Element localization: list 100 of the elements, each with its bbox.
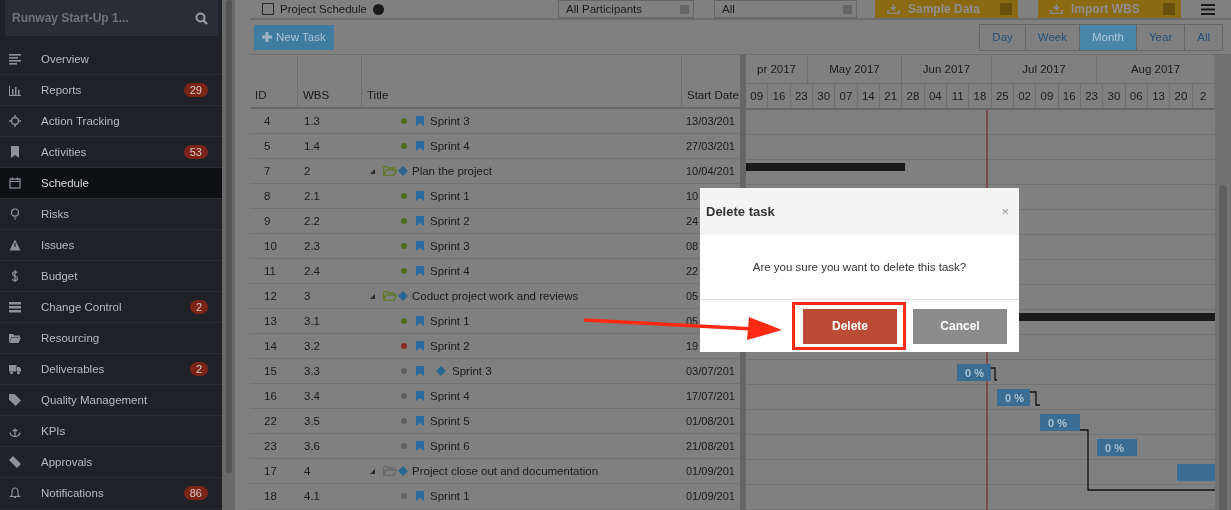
table-cell-text: 5 [263, 140, 272, 152]
task-title[interactable]: Sprint 3 [452, 365, 492, 377]
sidebar-label: Risks [41, 208, 71, 220]
column-header[interactable]: Title [362, 55, 682, 107]
sidebar-label: Notifications [41, 487, 105, 499]
table-cell-text: 3.3 [303, 365, 321, 377]
sidebar-label: Deliverables [41, 363, 106, 375]
sidebar-label: Action Tracking [41, 115, 121, 127]
project-search-field[interactable]: Runway Start-Up 1... [5, 0, 218, 36]
sidebar-label: Quality Management [41, 394, 149, 406]
table-cell-text: 14 [263, 340, 278, 352]
sidebar-item[interactable]: Schedule [0, 168, 222, 199]
sidebar-label: Schedule [41, 177, 90, 189]
task-title[interactable]: Sprint 1 [430, 190, 470, 202]
task-title[interactable]: Sprint 5 [430, 415, 470, 427]
table-cell-text: 1.4 [303, 140, 321, 152]
week-header: 09 [746, 84, 769, 108]
cancel-button[interactable]: Cancel [913, 308, 1007, 344]
task-title[interactable]: Sprint 4 [430, 265, 470, 277]
table-cell-text: 3.5 [303, 415, 321, 427]
new-task-button[interactable]: New Task [254, 24, 334, 50]
task-title[interactable]: Sprint 4 [430, 140, 470, 152]
week-header: 06 [1125, 84, 1148, 108]
participants-dropdown[interactable]: All Participants [558, 0, 694, 18]
table-cell-text: 1.3 [303, 115, 321, 127]
table-cell-text: 3.6 [303, 440, 321, 452]
week-header: 11 [946, 84, 970, 108]
table-cell-text: 22 [263, 415, 278, 427]
table-cell-text: 08 [685, 240, 700, 252]
week-header: 04 [924, 84, 947, 108]
task-bar[interactable]: 0 % [1040, 414, 1080, 431]
column-header[interactable]: ID [250, 55, 298, 107]
task-title[interactable]: Sprint 4 [430, 390, 470, 402]
sidebar-label: Issues [41, 239, 76, 251]
filter-dropdown[interactable]: All [714, 0, 857, 18]
sidebar-label: Activities [41, 146, 88, 158]
task-bar[interactable]: 0 % [1097, 439, 1137, 456]
task-title[interactable]: Sprint 3 [430, 115, 470, 127]
task-bar[interactable]: 0 % [997, 389, 1030, 406]
table-cell-text: 17/07/201 [685, 390, 736, 402]
dialog-title: Delete task [706, 204, 775, 219]
task-title[interactable]: Sprint 3 [430, 240, 470, 252]
table-cell-text: 21/08/201 [685, 440, 736, 452]
week-header: 07 [835, 84, 858, 108]
table-cell-text: 01/09/201 [685, 490, 736, 502]
table-cell-text: 11 [263, 265, 277, 277]
sidebar-item[interactable]: Overview [0, 44, 222, 75]
task-title[interactable]: Project close out and documentation [412, 465, 599, 477]
count-badge: 29 [183, 83, 208, 97]
column-header[interactable]: WBS [298, 55, 362, 107]
sidebar-label: Budget [41, 270, 79, 282]
sidebar-label: Overview [41, 53, 90, 65]
table-cell-text: 10 [685, 190, 700, 202]
table-cell-text: 3 [303, 290, 312, 302]
table-cell-text: 4.1 [303, 490, 321, 502]
view-tab[interactable]: Month [1080, 24, 1137, 50]
sidebar-item[interactable]: Reports 29 [0, 75, 222, 106]
week-header: 14 [857, 84, 880, 108]
sidebar-item[interactable]: Deliverables 2 [0, 354, 222, 385]
week-header: 25 [991, 84, 1014, 108]
sidebar-item[interactable]: Resourcing [0, 323, 222, 354]
sidebar-item[interactable]: Issues [0, 230, 222, 261]
sidebar-item[interactable]: Change Control 2 [0, 292, 222, 323]
table-cell-text: 05 [685, 290, 700, 302]
task-title[interactable]: Sprint 1 [430, 315, 470, 327]
count-badge: 86 [183, 486, 208, 500]
column-header[interactable]: Start Date [682, 55, 740, 107]
month-header: Jun 2017 [902, 55, 992, 83]
task-title[interactable]: Coduct project work and reviews [412, 290, 579, 302]
table-cell-text: 16 [263, 390, 278, 402]
sidebar-item[interactable]: Approvals [0, 447, 222, 478]
week-header: 18 [969, 84, 992, 108]
table-cell-text: 03/07/201 [685, 365, 736, 377]
week-header: 30 [1103, 84, 1126, 108]
task-title[interactable]: Sprint 6 [430, 440, 470, 452]
table-cell-text: 19 [685, 340, 700, 352]
table-cell-text: 4 [303, 465, 312, 477]
close-button[interactable]: × [1001, 204, 1009, 219]
sidebar-item[interactable]: Notifications 86 [0, 478, 222, 509]
table-cell-text: 13 [263, 315, 278, 327]
week-header: 28 [902, 84, 925, 108]
table-cell-text: 10/04/201 [685, 165, 736, 177]
table-cell-text: 3.2 [303, 340, 321, 352]
task-title[interactable]: Sprint 2 [430, 340, 470, 352]
table-cell-text: 2.2 [303, 215, 321, 227]
week-header: 13 [1147, 84, 1171, 108]
table-cell-text: 10 [263, 240, 278, 252]
task-title[interactable]: Sprint 2 [430, 215, 470, 227]
table-cell-text: 13/03/201 [685, 115, 736, 127]
week-header: 09 [1036, 84, 1059, 108]
month-header: pr 2017 [746, 55, 808, 83]
task-title[interactable]: Plan the project [412, 165, 492, 177]
delete-button[interactable]: Delete [803, 308, 897, 344]
checkbox-label: Project Schedule [280, 3, 367, 15]
week-header: 16 [768, 84, 791, 108]
week-header: 02 [1013, 84, 1037, 108]
task-bar[interactable]: 0 % [957, 364, 991, 381]
table-cell-text: 3.4 [303, 390, 321, 402]
task-title[interactable]: Sprint 1 [430, 490, 470, 502]
sidebar-item[interactable]: Quality Management [0, 385, 222, 416]
